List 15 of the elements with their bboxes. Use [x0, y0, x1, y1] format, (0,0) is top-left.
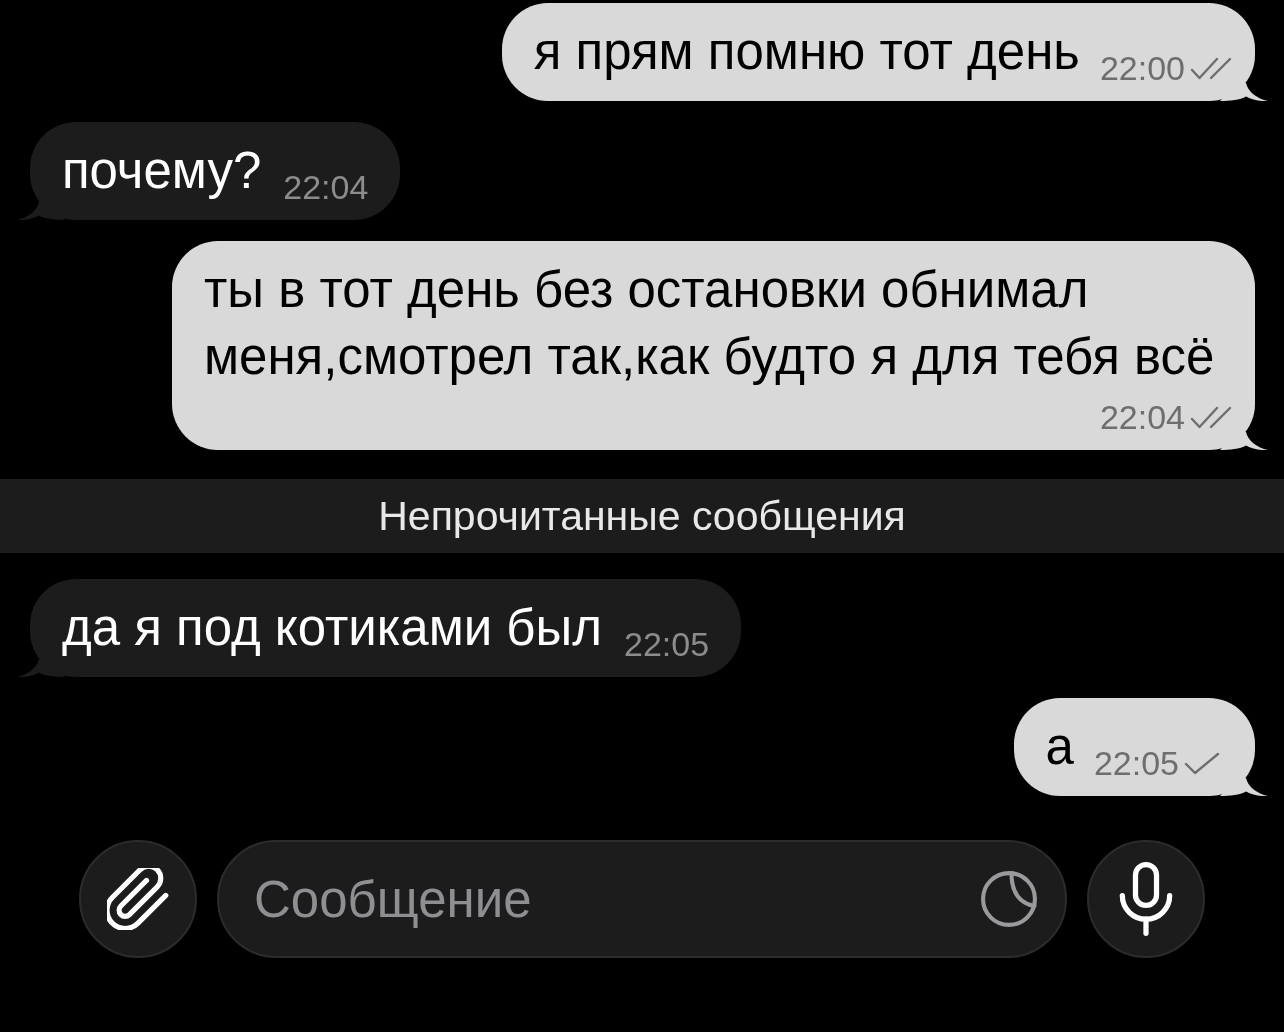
message-time: 22:05: [624, 627, 710, 661]
message-text: да я под котиками был: [62, 598, 602, 658]
message-text: я прям помню тот день: [533, 22, 1080, 82]
message-text: а: [1045, 717, 1074, 777]
message-time: 22:04: [283, 170, 369, 204]
unread-label: Непрочитанные сообщения: [378, 493, 906, 539]
message-time: 22:00: [1099, 51, 1185, 85]
microphone-icon: [1118, 862, 1174, 936]
sticker-icon[interactable]: [981, 871, 1037, 927]
message-time: 22:04: [1099, 400, 1185, 434]
message-time: 22:05: [1093, 746, 1179, 780]
message-text: ты в тот день без остановки обнимал меня,смотрел так,как будто я для тебя всё: [204, 260, 1216, 387]
message-input[interactable]: Сообщение: [217, 840, 1067, 958]
message-text: почему?: [62, 141, 262, 201]
paperclip-icon: [107, 868, 169, 930]
